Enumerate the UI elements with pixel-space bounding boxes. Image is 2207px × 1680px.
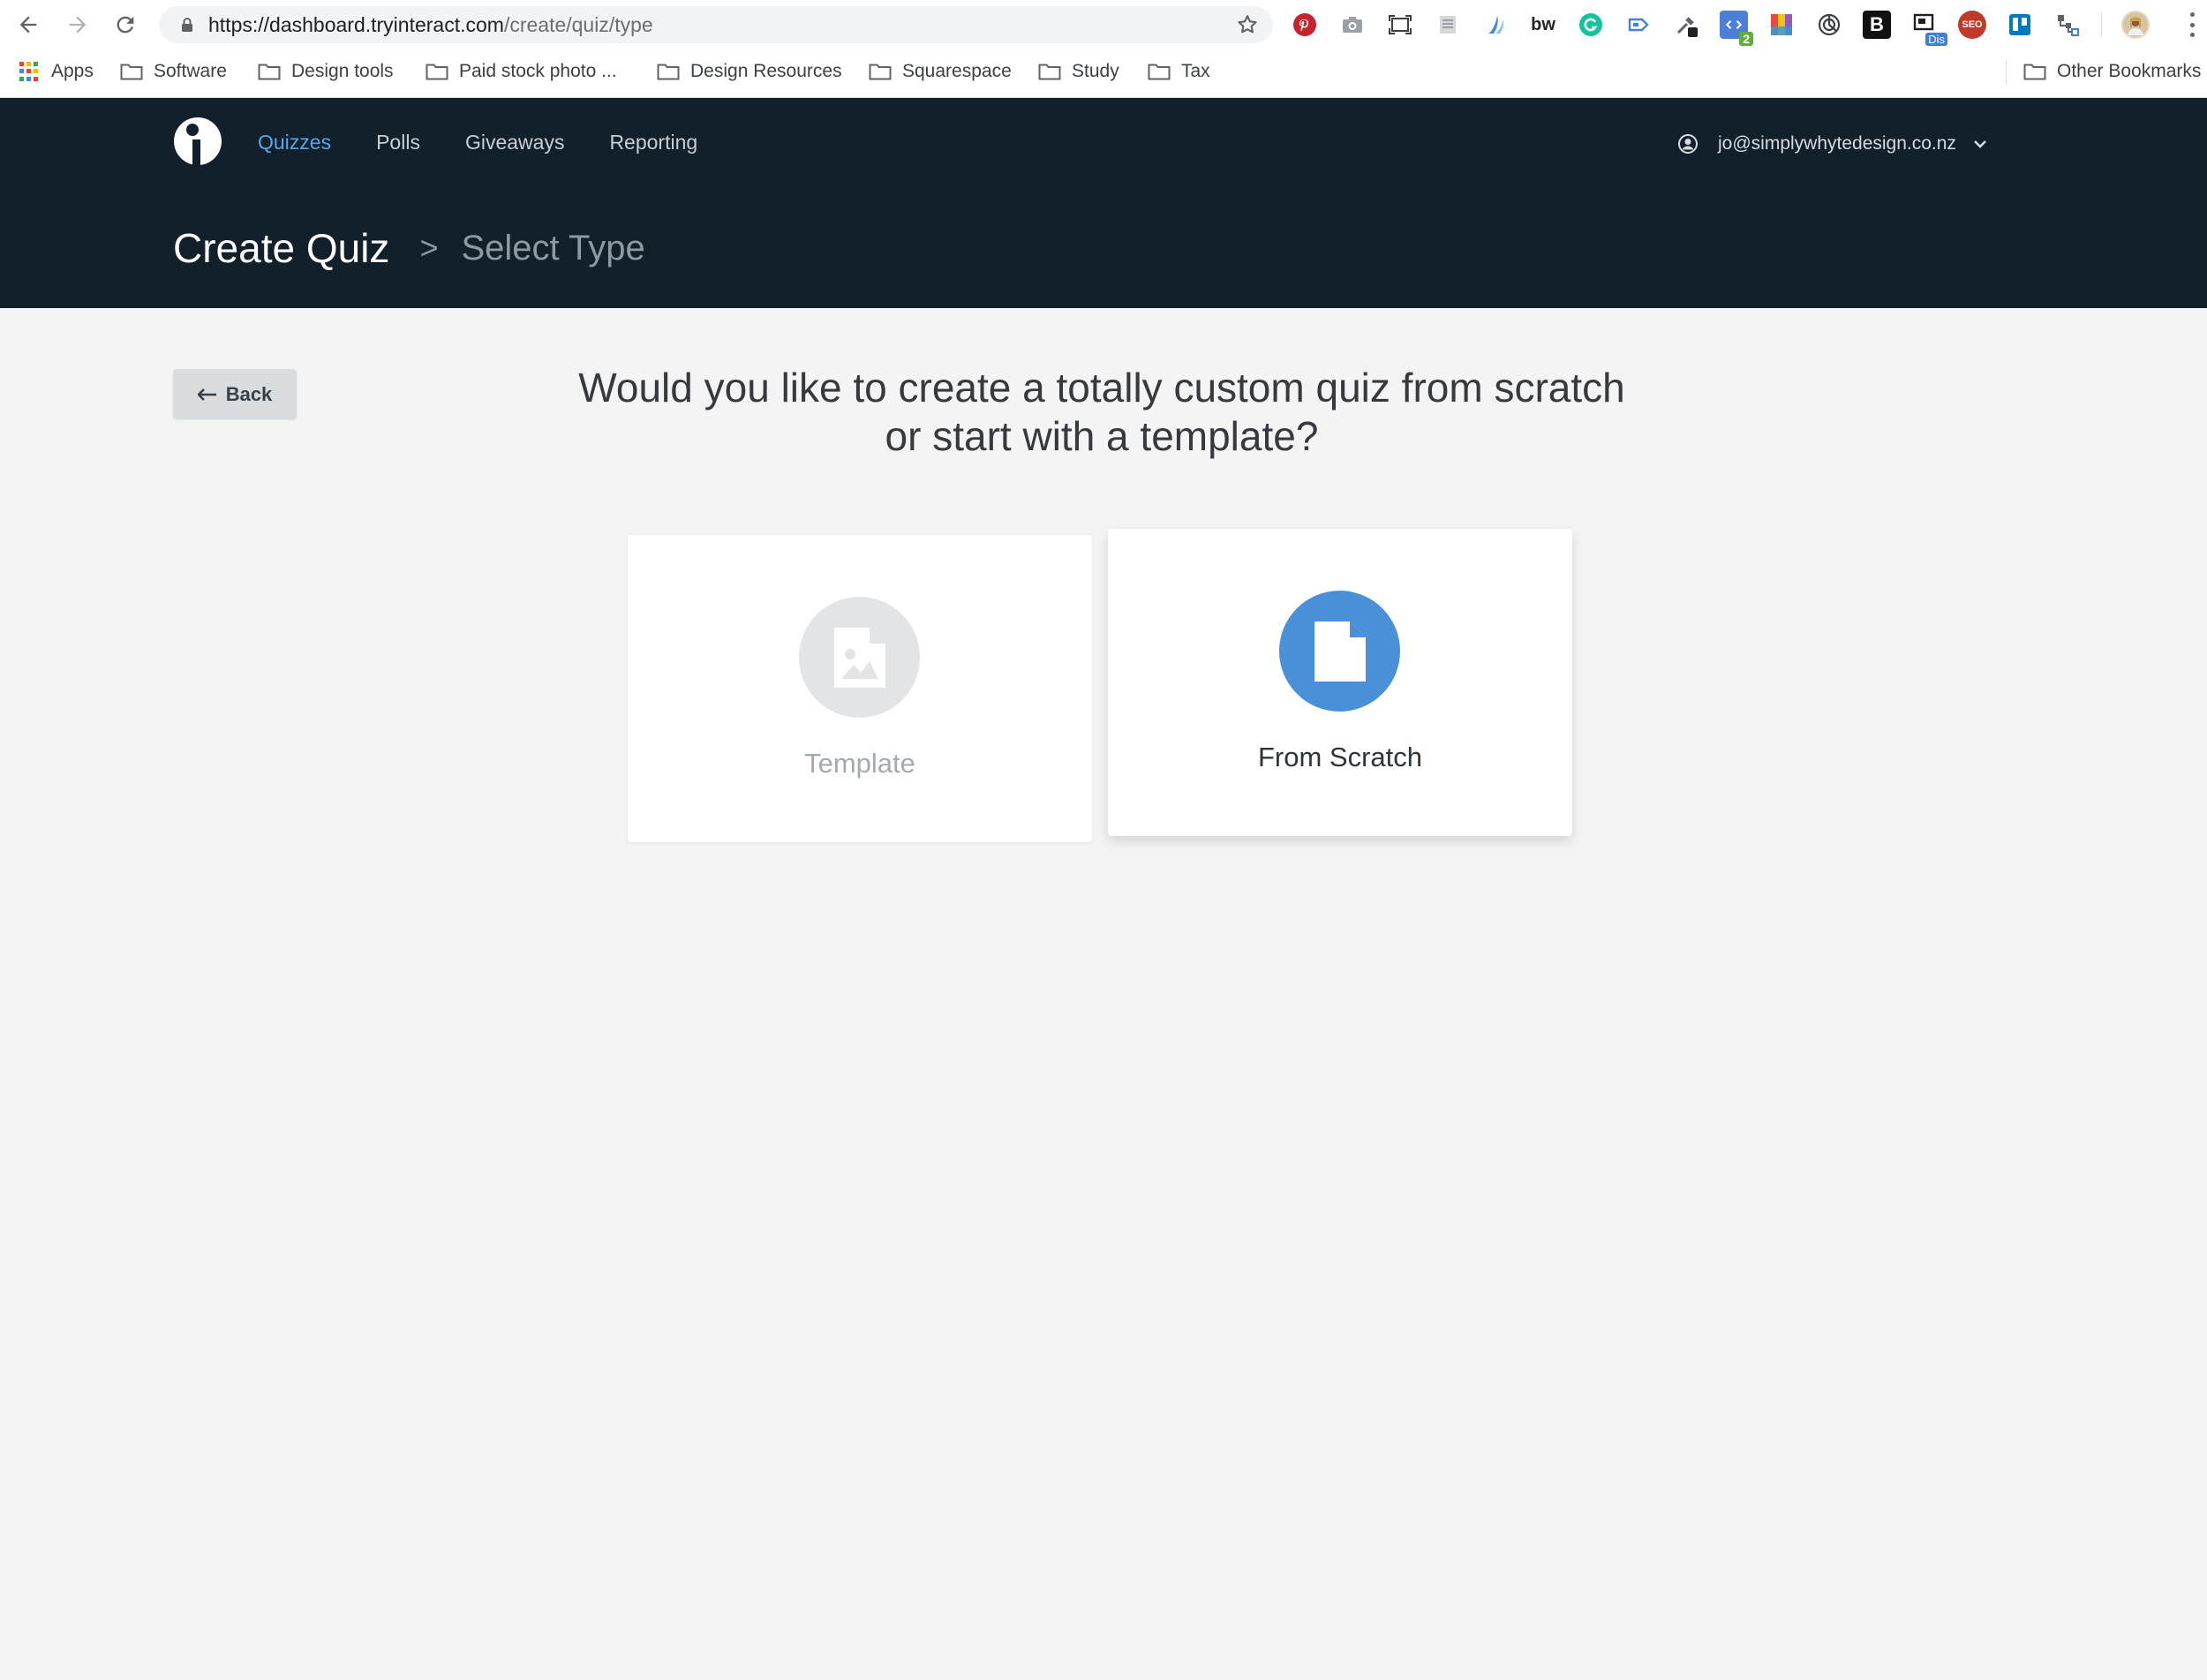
lock-icon	[182, 18, 192, 32]
bookmark-apps[interactable]: Apps	[19, 55, 94, 88]
interact-logo-icon[interactable]	[173, 116, 222, 167]
sitemap-icon[interactable]	[2053, 11, 2082, 39]
bookmark-paid-stock-photo[interactable]: Paid stock photo ...	[426, 55, 617, 88]
image-file-icon	[833, 627, 885, 688]
reload-icon[interactable]	[109, 9, 141, 41]
question-heading: Would you like to create a totally custo…	[494, 364, 1709, 461]
bookmark-design-resources[interactable]: Design Resources	[657, 55, 842, 88]
chevron-down-icon	[1974, 140, 1986, 148]
folder-icon	[1038, 64, 1061, 80]
main-nav: Quizzes Polls Giveaways Reporting	[258, 124, 742, 160]
nav-reporting[interactable]: Reporting	[609, 131, 697, 154]
browser-chrome: https://dashboard.tryinteract.com/create…	[0, 0, 2207, 98]
nav-giveaways[interactable]: Giveaways	[465, 131, 564, 154]
folder-icon	[657, 64, 680, 80]
bookmark-label: Design Resources	[690, 61, 842, 81]
trello-icon[interactable]	[2006, 11, 2034, 39]
camera-icon[interactable]	[1338, 11, 1367, 39]
extensions-bar: bw 2 B Dis SEO	[1291, 11, 2169, 46]
folder-icon	[1148, 64, 1171, 80]
grammarly-icon[interactable]	[1577, 11, 1605, 39]
forward-arrow-icon[interactable]	[62, 9, 94, 41]
code-extension-icon[interactable]: 2	[1720, 11, 1753, 46]
tag-extension-icon[interactable]	[1624, 11, 1653, 39]
reader-icon[interactable]	[1434, 11, 1462, 39]
bw-extension-label: bw	[1531, 14, 1555, 34]
color-palette-icon[interactable]	[1767, 11, 1796, 39]
folder-icon	[2023, 64, 2046, 80]
dis-extension-badge: Dis	[1925, 33, 1947, 46]
seo-extension-label: SEO	[1962, 19, 1983, 30]
from-scratch-option-card[interactable]: From Scratch	[1108, 529, 1572, 836]
browser-menu-icon[interactable]	[2188, 12, 2196, 37]
url-path: /create/quiz/type	[503, 13, 653, 36]
user-icon	[1678, 134, 1698, 154]
pinterest-icon[interactable]	[1291, 11, 1319, 39]
code-extension-badge: 2	[1739, 32, 1753, 46]
breadcrumb: Create Quiz > Select Type	[173, 222, 645, 275]
user-email: jo@simplywhytedesign.co.nz	[1718, 133, 1956, 154]
question-line-1: Would you like to create a totally custo…	[578, 365, 1625, 411]
question-line-2: or start with a template?	[885, 413, 1319, 459]
from-scratch-option-label: From Scratch	[1257, 742, 1423, 772]
arrow-left-icon	[197, 388, 216, 401]
bookmarks-bar: Apps Software Design tools Paid stock ph…	[0, 55, 2207, 88]
bookmark-design-tools[interactable]: Design tools	[258, 55, 394, 88]
folder-icon	[258, 64, 281, 80]
bookmark-squarespace[interactable]: Squarespace	[869, 55, 1012, 88]
template-option-label: Template	[804, 748, 915, 779]
folder-icon	[120, 64, 143, 80]
url-text: https://dashboard.tryinteract.com/create…	[208, 6, 653, 43]
back-button-label: Back	[225, 382, 273, 405]
bookmarks-separator	[2006, 60, 2007, 85]
back-button[interactable]: Back	[173, 369, 297, 419]
seo-extension-icon[interactable]: SEO	[1958, 11, 1986, 39]
page-title[interactable]: Create Quiz	[173, 224, 389, 272]
bookmark-label: Software	[154, 61, 227, 81]
folder-icon	[869, 64, 892, 80]
app-header: Quizzes Polls Giveaways Reporting jo@sim…	[0, 98, 2207, 308]
profile-avatar[interactable]	[2121, 11, 2150, 39]
from-scratch-icon-circle	[1279, 591, 1400, 712]
spiral-icon[interactable]	[1815, 11, 1843, 39]
bookmark-label: Tax	[1181, 61, 1210, 81]
toolbar-separator	[2101, 12, 2102, 37]
bookmark-star-icon[interactable]	[1236, 13, 1259, 36]
user-menu[interactable]: jo@simplywhytedesign.co.nz	[1677, 128, 1988, 160]
template-icon-circle	[799, 597, 920, 718]
breadcrumb-current: Select Type	[461, 228, 645, 267]
bookmark-label: Study	[1072, 61, 1119, 81]
apps-grid-icon	[19, 62, 39, 81]
browser-toolbar: https://dashboard.tryinteract.com/create…	[0, 0, 2207, 49]
bookmark-study[interactable]: Study	[1038, 55, 1119, 88]
b-extension-label: B	[1870, 13, 1884, 35]
bookmark-label: Other Bookmarks	[2057, 61, 2202, 81]
back-arrow-icon[interactable]	[12, 9, 44, 41]
bookmark-label: Squarespace	[902, 61, 1012, 81]
address-bar[interactable]: https://dashboard.tryinteract.com/create…	[159, 6, 1273, 43]
bookmark-label: Paid stock photo ...	[459, 61, 617, 81]
nav-polls[interactable]: Polls	[376, 131, 420, 154]
bw-extension-icon[interactable]: bw	[1529, 11, 1557, 39]
eyedropper-icon[interactable]	[1672, 11, 1700, 39]
dis-extension-icon[interactable]: Dis	[1910, 11, 1947, 46]
nav-quizzes[interactable]: Quizzes	[258, 131, 331, 154]
b-extension-icon[interactable]: B	[1863, 11, 1891, 39]
paint-icon[interactable]	[1481, 11, 1510, 39]
bookmark-other-bookmarks[interactable]: Other Bookmarks	[2023, 55, 2201, 88]
bookmark-tax[interactable]: Tax	[1148, 55, 1210, 88]
breadcrumb-separator: >	[419, 230, 439, 266]
folder-icon	[426, 64, 448, 80]
blank-file-icon	[1314, 621, 1366, 682]
template-option-card[interactable]: Template	[628, 535, 1092, 842]
url-host: https://dashboard.tryinteract.com	[208, 13, 504, 36]
bookmark-software[interactable]: Software	[120, 55, 227, 88]
bookmark-label: Design tools	[291, 61, 394, 81]
bookmark-label: Apps	[51, 61, 94, 81]
screen-capture-icon[interactable]	[1386, 11, 1414, 39]
